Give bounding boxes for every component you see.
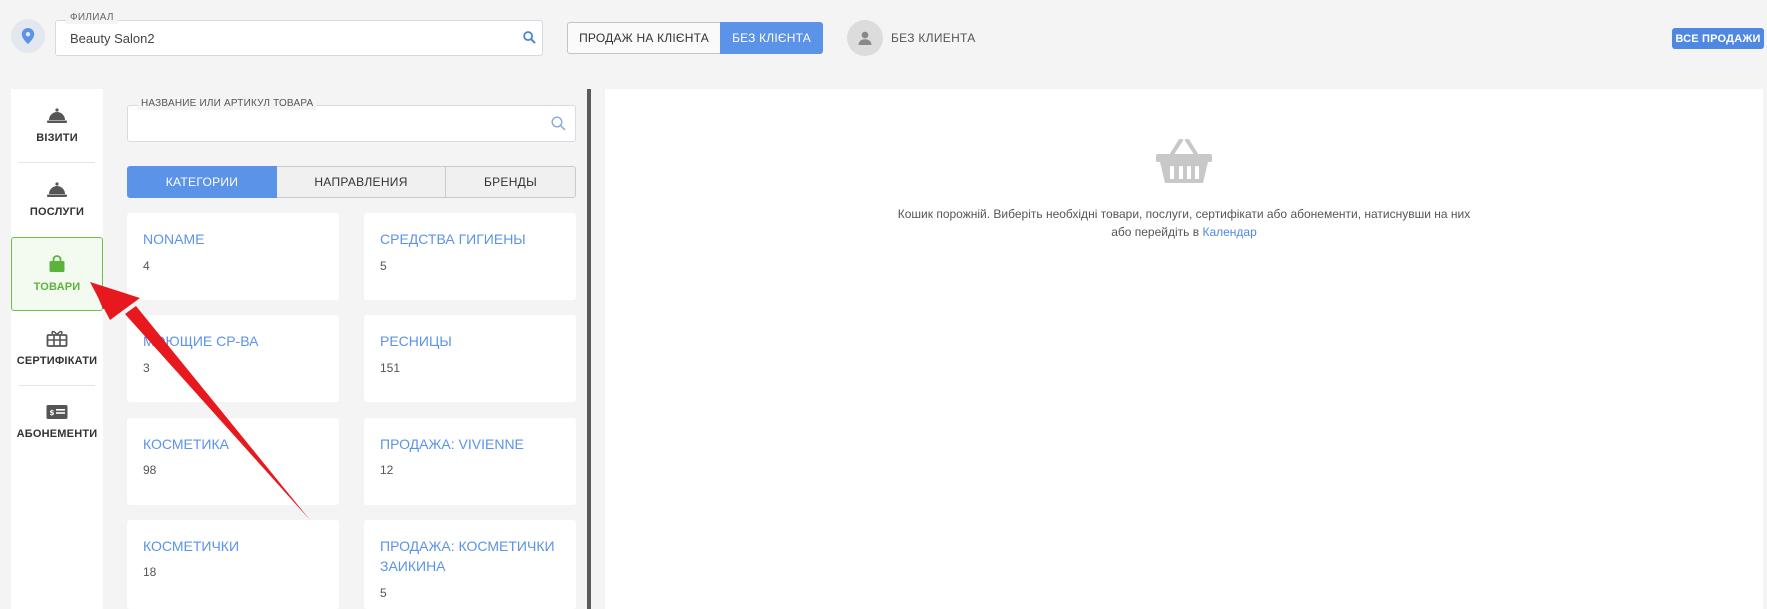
category-card[interactable]: КОСМЕТИЧКИ 18 [127, 520, 339, 609]
search-icon[interactable] [551, 116, 566, 136]
bell-icon [47, 182, 67, 197]
category-card[interactable]: ПРОДАЖА: VIVIENNE 12 [364, 418, 576, 505]
all-sales-button[interactable]: ВСЕ ПРОДАЖИ [1672, 28, 1764, 49]
tab-directions[interactable]: НАПРАВЛЕНИЯ [277, 166, 446, 198]
sidebar-item-services[interactable]: ПОСЛУГИ [11, 163, 103, 237]
tab-categories[interactable]: КАТЕГОРИИ [127, 166, 277, 198]
svg-text:$: $ [50, 409, 55, 417]
branch-label: ФИЛИАЛ [66, 12, 118, 24]
sidebar-item-label: АБОНЕМЕНТИ [16, 428, 98, 440]
category-card[interactable]: КОСМЕТИКА 98 [127, 418, 339, 505]
empty-cart-message: Кошик порожній. Виберіть необхідні товар… [605, 205, 1763, 241]
category-name: ПРОДАЖА: КОСМЕТИЧКИ ЗАИКИНА [380, 538, 555, 574]
sidebar-item-label: СЕРТИФІКАТИ [16, 355, 98, 367]
category-name: СРЕДСТВА ГИГИЕНЫ [380, 231, 526, 247]
category-count: 3 [143, 361, 150, 375]
category-card[interactable]: ПРОДАЖА: КОСМЕТИЧКИ ЗАИКИНА 5 [364, 520, 576, 609]
panel-splitter[interactable] [587, 89, 591, 609]
location-pin-icon[interactable] [11, 19, 45, 53]
category-name: КОСМЕТИЧКИ [143, 538, 240, 554]
ticket-icon: $ [46, 405, 68, 419]
calendar-link[interactable]: Календар [1202, 225, 1256, 239]
category-name: ПРОДАЖА: VIVIENNE [380, 436, 524, 452]
sidebar-item-label: ПОСЛУГИ [29, 206, 85, 218]
sidebar-item-visits[interactable]: ВІЗИТИ [11, 89, 103, 163]
category-card[interactable]: СРЕДСТВА ГИГИЕНЫ 5 [364, 213, 576, 300]
category-name: NONAME [143, 231, 205, 247]
branch-value: Beauty Salon2 [70, 31, 155, 46]
category-count: 18 [143, 565, 157, 579]
bell-icon [47, 108, 67, 123]
category-count: 151 [380, 361, 401, 375]
empty-cart-line-2: або перейдіть в Календар [605, 223, 1763, 241]
basket-icon [1155, 138, 1213, 190]
cart-panel: Кошик порожній. Виберіть необхідні товар… [605, 89, 1763, 609]
sidebar-item-label: ВІЗИТИ [36, 132, 78, 144]
branch-select[interactable]: ФИЛИАЛ Beauty Salon2 [55, 12, 543, 56]
sidebar: ВІЗИТИ ПОСЛУГИ ТОВАРИ СЕРТИФІКАТИ $ АБОН… [11, 89, 103, 609]
avatar[interactable] [847, 20, 883, 56]
product-search-label: НАЗВАНИЕ ИЛИ АРТИКУЛ ТОВАРА [138, 98, 317, 110]
sidebar-item-label: ТОВАРИ [33, 281, 81, 293]
catalog-tabs: КАТЕГОРИИ НАПРАВЛЕНИЯ БРЕНДЫ [127, 166, 576, 198]
category-name: КОСМЕТИКА [143, 436, 229, 452]
category-name: МОЮЩИЕ СР-ВА [143, 333, 259, 349]
sidebar-item-subscriptions[interactable]: $ АБОНЕМЕНТИ [11, 385, 103, 459]
gift-icon [46, 330, 68, 347]
no-client-button[interactable]: БЕЗ КЛІЄНТА [720, 22, 823, 54]
category-count: 5 [380, 259, 387, 273]
client-name: БЕЗ КЛИЕНТА [891, 31, 976, 45]
user-icon [858, 31, 872, 45]
empty-cart-line: Кошик порожній. Виберіть необхідні товар… [897, 207, 1471, 221]
sidebar-item-products[interactable]: ТОВАРИ [11, 237, 103, 311]
category-count: 98 [143, 463, 157, 477]
category-name: РЕСНИЦЫ [380, 333, 452, 349]
category-card[interactable]: МОЮЩИЕ СР-ВА 3 [127, 315, 339, 402]
category-count: 5 [380, 586, 387, 600]
category-card[interactable]: РЕСНИЦЫ 151 [364, 315, 576, 402]
shopping-bag-icon [49, 255, 65, 272]
category-count: 4 [143, 259, 150, 273]
search-icon[interactable] [523, 31, 536, 49]
category-card[interactable]: NONAME 4 [127, 213, 339, 300]
category-count: 12 [380, 463, 394, 477]
tab-brands[interactable]: БРЕНДЫ [446, 166, 576, 198]
sale-to-client-button[interactable]: ПРОДАЖ НА КЛІЄНТА [567, 22, 721, 54]
product-search-input[interactable]: НАЗВАНИЕ ИЛИ АРТИКУЛ ТОВАРА [127, 98, 576, 142]
empty-cart-line-text: або перейдіть в [1111, 225, 1200, 239]
sidebar-item-certificates[interactable]: СЕРТИФІКАТИ [11, 311, 103, 385]
